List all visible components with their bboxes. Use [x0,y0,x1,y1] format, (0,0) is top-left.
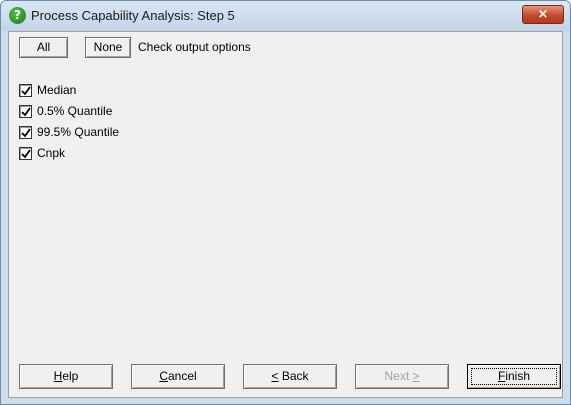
close-button[interactable]: × [522,5,564,24]
next-prefix: Next [384,369,413,383]
option-label: Median [37,83,77,97]
help-button[interactable]: Help [19,364,113,389]
cancel-accel: C [159,369,168,383]
window-title: Process Capability Analysis: Step 5 [31,8,235,23]
title-bar[interactable]: ? Process Capability Analysis: Step 5 × [1,1,570,31]
option-label: 99.5% Quantile [37,125,120,139]
checkbox-checked-icon[interactable] [19,84,32,97]
select-none-button[interactable]: None [85,37,131,58]
cancel-rest: ancel [167,369,197,383]
back-accel: < [271,369,279,383]
checkbox-checked-icon[interactable] [19,126,32,139]
dialog-body: All None Check output options Median 0.5… [8,31,563,398]
help-question-icon: ? [9,7,26,24]
option-label: 0.5% Quantile [37,104,113,118]
instruction-label: Check output options [138,40,251,54]
next-button[interactable]: Next > [355,364,449,389]
help-rest: elp [62,369,79,383]
back-rest: Back [278,369,309,383]
checkbox-checked-icon[interactable] [19,105,32,118]
checkbox-checked-icon[interactable] [19,147,32,160]
back-button[interactable]: < Back [243,364,337,389]
option-label: Cnpk [37,146,66,160]
cancel-button[interactable]: Cancel [131,364,225,389]
dialog-window: ? Process Capability Analysis: Step 5 × … [0,0,571,405]
focus-rectangle [471,368,557,385]
finish-button[interactable]: Finish [467,364,561,389]
select-all-button[interactable]: All [19,37,68,58]
next-accel: > [412,369,420,383]
